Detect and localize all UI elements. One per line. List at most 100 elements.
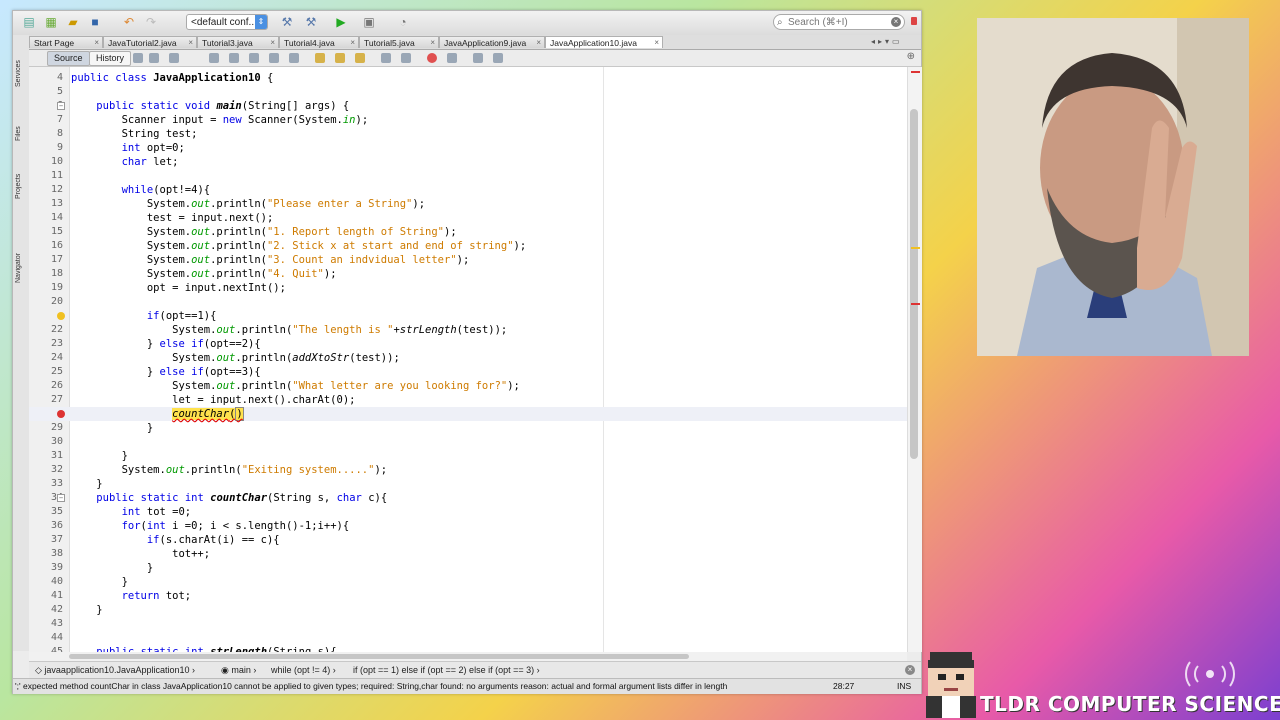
save-all-icon[interactable]: ■ — [87, 14, 103, 30]
code-line[interactable]: 7 Scanner input = new Scanner(System.in)… — [29, 113, 907, 127]
find-next-icon[interactable] — [249, 53, 259, 63]
code-line[interactable]: 18 System.out.println("4. Quit"); — [29, 267, 907, 281]
code-line[interactable]: 19 opt = input.nextInt(); — [29, 281, 907, 295]
code-line[interactable]: 8 String test; — [29, 127, 907, 141]
code-line[interactable]: 36 for(int i =0; i < s.length()-1;i++){ — [29, 519, 907, 533]
close-icon[interactable]: × — [188, 37, 193, 49]
build-icon[interactable]: ⚒ — [279, 14, 295, 30]
code-line[interactable]: 17 System.out.println("3. Count an indvi… — [29, 253, 907, 267]
code-line[interactable]: 15 System.out.println("1. Report length … — [29, 225, 907, 239]
close-icon[interactable]: × — [654, 37, 659, 49]
code-line[interactable]: 34− public static int countChar(String s… — [29, 491, 907, 505]
shift-right-icon[interactable] — [401, 53, 411, 63]
open-project-icon[interactable]: ▰ — [65, 14, 81, 30]
code-line[interactable]: 41 return tot; — [29, 589, 907, 603]
files-panel-tab[interactable]: Files — [15, 111, 27, 141]
redo-icon[interactable]: ↷ — [143, 14, 159, 30]
services-panel-tab[interactable]: Services — [15, 43, 27, 87]
code-line[interactable]: 27 let = input.next().charAt(0); — [29, 393, 907, 407]
close-icon[interactable]: × — [430, 37, 435, 49]
forward-icon[interactable] — [169, 53, 179, 63]
error-stripe-marker[interactable] — [911, 303, 920, 305]
start-macro-icon[interactable] — [427, 53, 437, 63]
fold-toggle-icon[interactable]: − — [57, 102, 65, 110]
search-field[interactable]: ⌕ Search (⌘+I) × — [773, 14, 905, 30]
code-line[interactable]: 42 } — [29, 603, 907, 617]
horizontal-scrollbar[interactable] — [29, 652, 907, 661]
navigator-panel-tab[interactable]: Navigator — [15, 231, 27, 283]
tab-start-page[interactable]: Start Page × — [29, 36, 103, 48]
new-file-icon[interactable]: ▤ — [21, 14, 37, 30]
profile-icon[interactable]: ◔ — [395, 14, 411, 30]
code-line[interactable]: 39 } — [29, 561, 907, 575]
code-line[interactable]: 40 } — [29, 575, 907, 589]
error-icon[interactable] — [57, 410, 65, 418]
breadcrumb-if[interactable]: if (opt == 1) else if (opt == 2) else if… — [353, 663, 540, 677]
code-line[interactable]: 12 while(opt!=4){ — [29, 183, 907, 197]
close-icon[interactable]: × — [270, 37, 275, 49]
horizontal-scrollbar-thumb[interactable] — [69, 654, 689, 659]
code-line[interactable]: 6− public static void main(String[] args… — [29, 99, 907, 113]
source-tab[interactable]: Source — [47, 51, 90, 66]
code-line[interactable]: 31 } — [29, 449, 907, 463]
run-icon[interactable]: ▶ — [333, 14, 349, 30]
tab-tutorial4[interactable]: Tutorial4.java × — [279, 36, 359, 48]
tab-javatutorial2[interactable]: JavaTutorial2.java × — [103, 36, 197, 48]
code-editor[interactable]: 4 public class JavaApplication10 {5 6− pub… — [29, 67, 907, 652]
uncomment-icon[interactable] — [493, 53, 503, 63]
code-line[interactable]: 4 public class JavaApplication10 { — [29, 71, 907, 85]
code-line[interactable]: 5 — [29, 85, 907, 99]
last-edit-icon[interactable] — [133, 53, 143, 63]
back-icon[interactable] — [149, 53, 159, 63]
code-line[interactable]: 23 } else if(opt==2){ — [29, 337, 907, 351]
toggle-rectangular-icon[interactable] — [289, 53, 299, 63]
new-project-icon[interactable]: ▦ — [43, 14, 59, 30]
fold-toggle-icon[interactable]: − — [57, 494, 65, 502]
breadcrumb-while[interactable]: while (opt != 4) › — [271, 663, 336, 677]
tab-scroll-arrows-icon[interactable]: ◂▸▾▭ — [871, 37, 903, 46]
breadcrumb-method[interactable]: ◉ main › — [221, 663, 256, 677]
find-previous-icon[interactable] — [229, 53, 239, 63]
code-line[interactable]: 10 char let; — [29, 155, 907, 169]
shift-left-icon[interactable] — [381, 53, 391, 63]
warning-icon[interactable] — [57, 312, 65, 320]
close-icon[interactable]: × — [94, 37, 99, 49]
code-line[interactable]: 16 System.out.println("2. Stick x at sta… — [29, 239, 907, 253]
code-line[interactable]: 35 int tot =0; — [29, 505, 907, 519]
code-line[interactable]: countChar() — [29, 407, 907, 421]
configuration-select[interactable]: <default conf... ⇕ — [186, 14, 268, 30]
close-icon[interactable]: × — [536, 37, 541, 49]
find-icon[interactable] — [209, 53, 219, 63]
projects-panel-tab[interactable]: Projects — [15, 155, 27, 199]
close-icon[interactable]: × — [350, 37, 355, 49]
code-line[interactable]: 29 } — [29, 421, 907, 435]
breadcrumb-class[interactable]: ◇ javaapplication10.JavaApplication10 › — [35, 663, 195, 677]
code-line[interactable]: 26 System.out.println("What letter are y… — [29, 379, 907, 393]
code-line[interactable]: 33 } — [29, 477, 907, 491]
code-line[interactable]: 22 System.out.println("The length is "+s… — [29, 323, 907, 337]
code-line[interactable]: 44 — [29, 631, 907, 645]
split-editor-icon[interactable]: ⊕ — [907, 51, 915, 62]
code-line[interactable]: 20 — [29, 295, 907, 309]
code-line[interactable]: if(opt==1){ — [29, 309, 907, 323]
notification-icon[interactable] — [911, 17, 917, 25]
comment-icon[interactable] — [473, 53, 483, 63]
code-line[interactable]: 14 test = input.next(); — [29, 211, 907, 225]
clean-build-icon[interactable]: ⚒ — [303, 14, 319, 30]
code-line[interactable]: 30 — [29, 435, 907, 449]
warning-stripe-marker[interactable] — [911, 247, 920, 249]
code-line[interactable]: 37 if(s.charAt(i) == c){ — [29, 533, 907, 547]
code-line[interactable]: 11 — [29, 169, 907, 183]
previous-bookmark-icon[interactable] — [315, 53, 325, 63]
code-line[interactable]: 24 System.out.println(addXtoStr(test)); — [29, 351, 907, 365]
code-line[interactable]: 9 int opt=0; — [29, 141, 907, 155]
history-tab[interactable]: History — [89, 51, 132, 66]
tab-tutorial3[interactable]: Tutorial3.java × — [197, 36, 279, 48]
code-line[interactable]: 43 — [29, 617, 907, 631]
code-line[interactable]: 32 System.out.println("Exiting system...… — [29, 463, 907, 477]
tab-javaapplication9[interactable]: JavaApplication9.java × — [439, 36, 545, 48]
code-line[interactable]: 13 System.out.println("Please enter a St… — [29, 197, 907, 211]
code-line[interactable]: 38 tot++; — [29, 547, 907, 561]
toggle-highlight-icon[interactable] — [269, 53, 279, 63]
debug-icon[interactable]: ▣ — [361, 14, 377, 30]
